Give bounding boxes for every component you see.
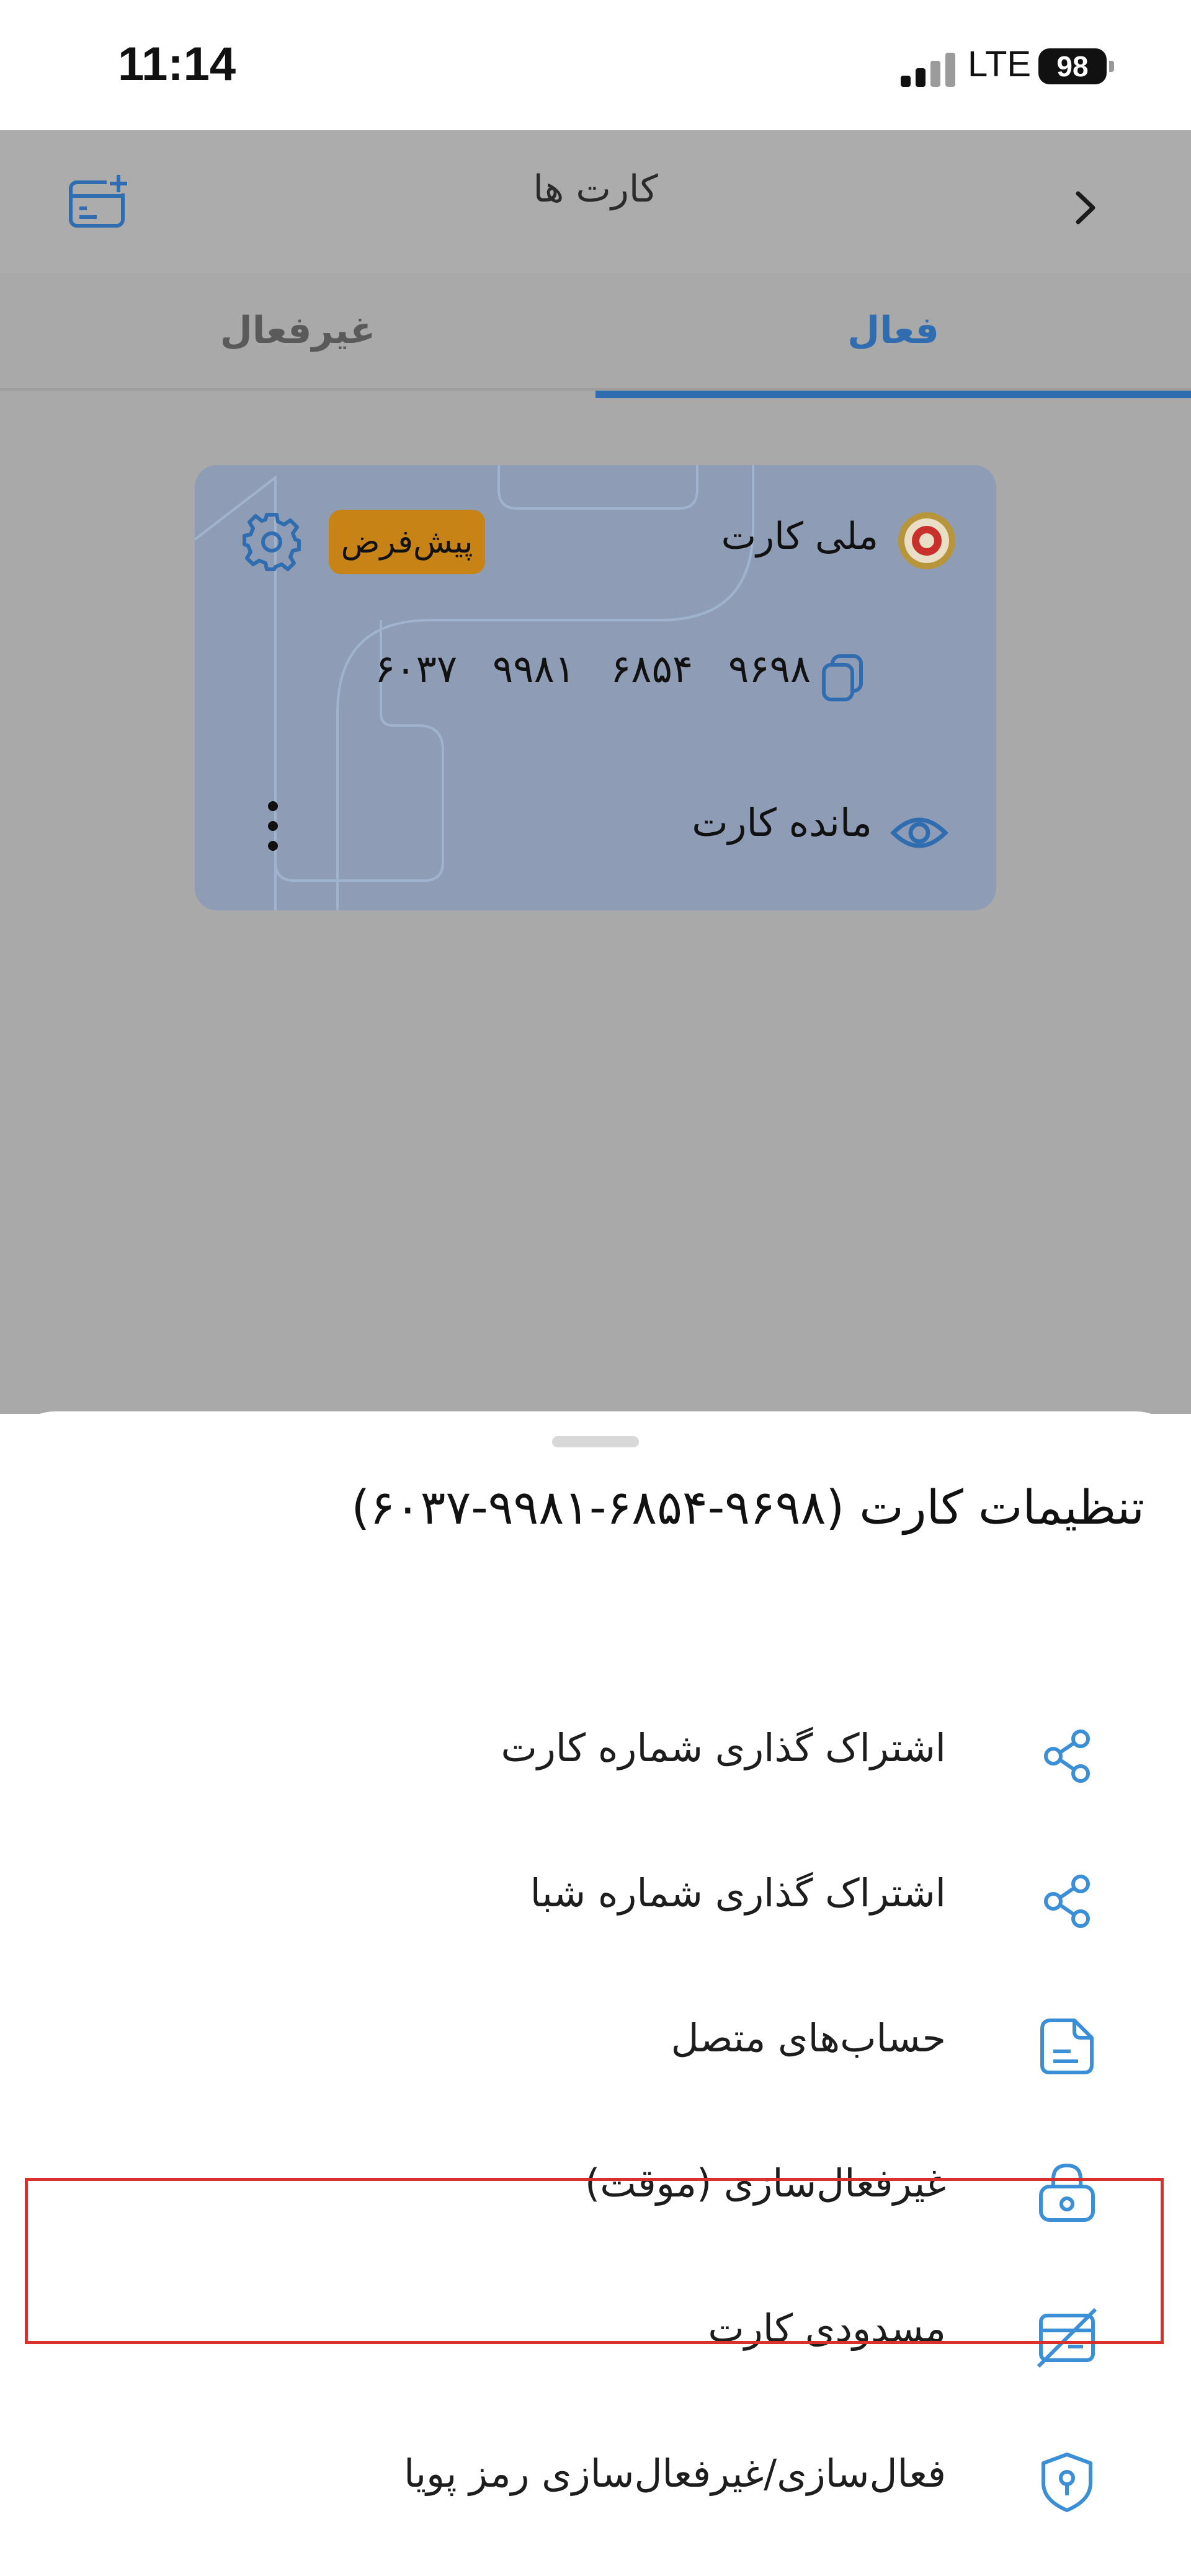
- card-settings-sheet: تنظیمات کارت (۹۶۹۸-۶۸۵۴-۹۹۸۱-۶۰۳۷) اشترا…: [0, 1411, 1191, 2576]
- gear-icon[interactable]: [239, 510, 304, 574]
- menu-item-share-sheba-number[interactable]: اشتراک گذاری شماره شبا: [0, 1829, 1191, 1973]
- cards-page: کارت ها غیرفعال فعال ملی کارت پیش‌فرض: [0, 130, 1191, 1414]
- sheet-title: تنظیمات کارت (۹۶۹۸-۶۸۵۴-۹۹۸۱-۶۰۳۷): [351, 1480, 1144, 1535]
- tab-active[interactable]: فعال: [596, 273, 1191, 388]
- menu-item-label: فعال‌سازی/غیرفعال‌سازی رمز پویا: [403, 2451, 946, 2496]
- active-tab-indicator: [596, 391, 1191, 398]
- shield-key-icon: [1042, 2453, 1092, 2512]
- battery-icon: 98: [1038, 48, 1107, 84]
- menu-item-share-card-number[interactable]: اشتراک گذاری شماره کارت: [0, 1684, 1191, 1828]
- menu-item-label: حساب‌های متصل: [671, 2015, 946, 2061]
- tab-inactive[interactable]: غیرفعال: [0, 273, 596, 388]
- more-vertical-icon[interactable]: [261, 795, 285, 857]
- document-icon: [1040, 2019, 1094, 2074]
- menu-item-linked-accounts[interactable]: حساب‌های متصل: [0, 1974, 1191, 2118]
- card-number-group: ۹۶۹۸: [728, 646, 811, 691]
- status-time: 11:14: [118, 38, 236, 91]
- card-number-group: ۹۹۸۱: [493, 646, 576, 691]
- app-header: کارت ها: [0, 130, 1191, 273]
- bank-melli-logo: [898, 512, 955, 569]
- share-icon: [1044, 1730, 1090, 1783]
- highlighted-item-outline: [25, 2178, 1164, 2344]
- menu-item-label: اشتراک گذاری شماره کارت: [501, 1725, 946, 1770]
- battery-nub: [1109, 61, 1114, 72]
- balance-label[interactable]: مانده کارت: [692, 800, 872, 845]
- default-badge: پیش‌فرض: [329, 510, 485, 574]
- menu-item-dynamic-password[interactable]: فعال‌سازی/غیرفعال‌سازی رمز پویا: [0, 2410, 1191, 2554]
- copy-icon[interactable]: [820, 652, 866, 702]
- card-number-group: ۶۸۵۴: [610, 646, 694, 691]
- share-icon: [1044, 1875, 1090, 1928]
- network-type: LTE: [968, 44, 1032, 84]
- chevron-right-icon[interactable]: [1068, 180, 1105, 236]
- menu-item-label: اشتراک گذاری شماره شبا: [530, 1870, 946, 1916]
- sheet-grabber[interactable]: [552, 1436, 639, 1447]
- bank-name: ملی کارت: [721, 515, 878, 558]
- card-number-group: ۶۰۳۷: [375, 646, 458, 691]
- page-title: کارت ها: [533, 167, 658, 211]
- eye-icon[interactable]: [890, 803, 949, 863]
- tabs: غیرفعال فعال: [0, 273, 1191, 391]
- bank-card[interactable]: ملی کارت پیش‌فرض ۶۰۳۷ ۹۹۸۱ ۶۸۵۴ ۹۶۹۸ مان…: [195, 465, 996, 910]
- status-bar: 11:14 LTE 98: [0, 0, 1191, 130]
- card-number: ۶۰۳۷ ۹۹۸۱ ۶۸۵۴ ۹۶۹۸: [375, 646, 815, 708]
- cellular-signal-icon: [901, 53, 957, 87]
